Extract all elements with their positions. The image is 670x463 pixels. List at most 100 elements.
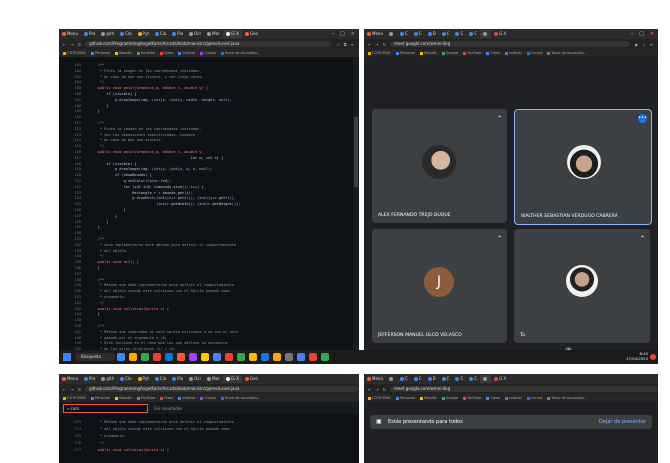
pin-icon[interactable]: ⌖ [641, 234, 644, 240]
browser-tab[interactable]: D [425, 375, 439, 383]
taskbar-app-icon[interactable] [129, 353, 137, 361]
bookmark-item[interactable]: Cursos [200, 51, 216, 55]
bookmark-item[interactable]: Clase [159, 396, 173, 400]
scrollbar-thumb[interactable] [354, 117, 358, 187]
browser-tab[interactable]: Menú [364, 375, 386, 383]
taskbar-search[interactable]: Búsqueda [75, 353, 115, 361]
reload-icon[interactable]: ↻ [78, 387, 81, 392]
bookmark-item[interactable]: Personal [396, 396, 415, 400]
browser-tab[interactable]: Menú [364, 30, 386, 38]
browser-tab[interactable] [386, 375, 397, 383]
bookmark-item[interactable]: COTICENIC [368, 396, 391, 400]
browser-tab[interactable]: C [397, 30, 411, 38]
taskbar-app-icon[interactable] [285, 353, 293, 361]
close-icon[interactable]: ✕ [650, 31, 654, 37]
back-icon[interactable]: ← [368, 42, 371, 47]
browser-tab[interactable]: C [439, 375, 453, 383]
browser-tab[interactable]: gith [98, 30, 117, 38]
stop-presenting-button[interactable]: Dejar de presentar [599, 419, 646, 425]
bookmark-item[interactable]: Moodle [420, 51, 437, 55]
forward-icon[interactable]: → [375, 387, 378, 392]
bookmark-item[interactable]: Clase [486, 396, 500, 400]
browser-tab[interactable]: Clo [117, 375, 134, 383]
browser-tab[interactable] [480, 375, 492, 383]
bookmark-item[interactable]: Moodle [115, 396, 132, 400]
participant-tile[interactable]: ••• WALTHER SEBASTIAN VERDUGO CABRERA [514, 109, 652, 225]
start-icon[interactable] [63, 353, 71, 361]
browser-tab[interactable]: C [466, 30, 480, 38]
taskbar-app-icon[interactable] [225, 353, 233, 361]
bookmark-item[interactable]: Moodle [420, 396, 437, 400]
browser-tab[interactable]: Pra [81, 375, 98, 383]
taskbar-app-icon[interactable] [153, 353, 161, 361]
browser-tab[interactable]: Pio [169, 375, 186, 383]
code-scrollbar[interactable] [353, 57, 359, 350]
browser-tab[interactable]: C [452, 30, 466, 38]
browser-tab[interactable]: Clo [117, 30, 134, 38]
minimize-icon[interactable]: – [332, 31, 335, 37]
back-icon[interactable]: ← [63, 42, 66, 47]
find-input[interactable]: ⌕ com [63, 403, 148, 413]
more-options-icon[interactable]: ••• [638, 114, 647, 123]
taskbar-app-icon[interactable] [249, 353, 257, 361]
forward-icon[interactable]: → [70, 387, 73, 392]
browser-tab[interactable]: G X [491, 30, 509, 38]
browser-tab[interactable]: Menú [59, 375, 81, 383]
reload-icon[interactable]: ↻ [78, 42, 81, 47]
bookmark-item[interactable]: Instinal [504, 51, 522, 55]
browser-tab[interactable]: C [452, 375, 466, 383]
browser-tab[interactable]: Geo [242, 30, 261, 38]
close-icon[interactable]: ✕ [351, 31, 355, 37]
bookmark-item[interactable]: Instinal [504, 396, 522, 400]
bookmark-item[interactable]: Personal [91, 396, 110, 400]
browser-tab[interactable]: Ocr [186, 30, 204, 38]
browser-tab[interactable]: Geo [242, 375, 261, 383]
taskbar-app-icon[interactable] [177, 353, 185, 361]
browser-tab[interactable]: C [397, 375, 411, 383]
pin-icon[interactable]: ⌖ [498, 234, 501, 240]
forward-icon[interactable]: → [70, 42, 73, 47]
bookmark-item[interactable]: Instinal [178, 51, 195, 55]
taskbar-app-icon[interactable] [189, 353, 197, 361]
browser-tab[interactable]: Cla [152, 30, 169, 38]
bookmark-item[interactable]: Clase [159, 51, 173, 55]
browser-tab[interactable]: Pio [169, 30, 186, 38]
browser-tab[interactable]: Cla [152, 375, 169, 383]
bookmark-item[interactable]: Moodle [115, 51, 132, 55]
extensions-icon[interactable]: ⧉ [344, 42, 347, 47]
browser-tab[interactable]: C [439, 30, 453, 38]
browser-tab[interactable]: G X [491, 375, 509, 383]
bookmark-item[interactable]: Cursos [526, 396, 542, 400]
menu-icon[interactable]: ≡ [650, 42, 653, 47]
bookmark-item[interactable]: Bono de escondos... [221, 51, 260, 55]
bookmark-item[interactable]: Bono de escondos... [547, 51, 587, 55]
url-field[interactable]: github.com/ProgrammingAngelKarls/Arcade/… [85, 41, 332, 47]
taskbar-app-icon[interactable] [321, 353, 329, 361]
taskbar-app-icon[interactable] [201, 353, 209, 361]
browser-tab[interactable]: Pyt [135, 375, 152, 383]
bookmark-item[interactable]: YouTube [463, 51, 481, 55]
taskbar-app-icon[interactable] [117, 353, 125, 361]
browser-tab[interactable]: Pyt [135, 30, 152, 38]
bookmark-item[interactable]: Clase [486, 51, 500, 55]
bookmark-item[interactable]: COTICENIC [63, 51, 86, 55]
taskbar-app-icon[interactable] [141, 353, 149, 361]
participant-tile[interactable]: ⌖ J JEFFERSON MANUEL ULCO VELASCO [372, 229, 507, 343]
browser-tab[interactable] [386, 30, 397, 38]
bookmark-item[interactable]: YouTube [136, 396, 155, 400]
browser-tab[interactable]: Mor [204, 375, 223, 383]
taskbar-app-icon[interactable] [165, 353, 173, 361]
browser-tab[interactable]: Mor [204, 30, 223, 38]
browser-tab[interactable]: D [425, 30, 439, 38]
maximize-icon[interactable]: □ [340, 31, 345, 37]
notification-icon[interactable] [650, 354, 656, 360]
reload-icon[interactable]: ↻ [383, 42, 386, 47]
camera-icon[interactable]: ◉ [635, 42, 639, 47]
browser-tab[interactable]: C [466, 375, 480, 383]
bookmark-item[interactable]: Personal [91, 51, 110, 55]
bookmark-item[interactable]: YouTube [136, 51, 155, 55]
browser-tab[interactable]: C [411, 375, 425, 383]
taskbar-app-icon[interactable] [273, 353, 281, 361]
reload-icon[interactable]: ↻ [383, 387, 386, 392]
minimize-icon[interactable]: – [631, 31, 634, 37]
